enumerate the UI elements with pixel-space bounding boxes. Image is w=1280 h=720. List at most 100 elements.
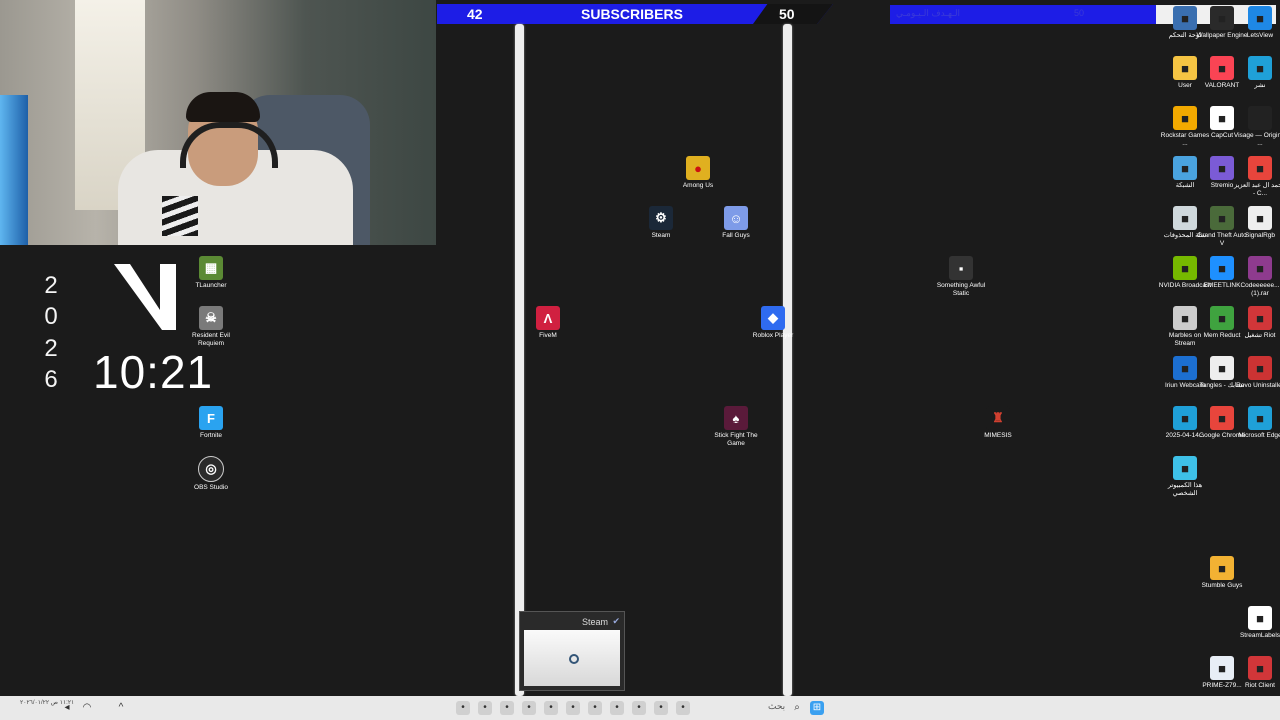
steam-icon: ⚙ — [649, 206, 673, 230]
nvidia-icon: ■ — [1173, 256, 1197, 280]
goal-bar-label: الـهـدف الـيـومـي — [896, 8, 961, 18]
stripe-right — [783, 24, 792, 696]
network-icon: ■ — [1173, 156, 1197, 180]
desktop-icon-among-us[interactable]: ● Among Us — [671, 156, 725, 190]
gta-icon: ■ — [1210, 206, 1234, 230]
desktop-icon-right-item[interactable]: ■ تشغيل Riot — [1233, 306, 1280, 340]
resident-evil-icon: ☠ — [199, 306, 223, 330]
desktop-icon-right-item[interactable]: ■ SignalRgb — [1233, 206, 1280, 240]
desktop-icon-fivem[interactable]: Λ FiveM — [521, 306, 575, 340]
streamlabels-icon: ■ — [1248, 606, 1272, 630]
marbles-icon: ■ — [1173, 306, 1197, 330]
obs-icon: ◎ — [198, 456, 224, 482]
stumble-guys-icon: ■ — [1210, 556, 1234, 580]
chrome-icon[interactable]: • — [456, 701, 470, 715]
desktop-icon-fall-guys[interactable]: ☺ Fall Guys — [709, 206, 763, 240]
subscriber-bar: 42 SUBSCRIBERS 50 — [437, 4, 833, 24]
letsview-icon: ■ — [1248, 6, 1272, 30]
desktop-icon-fortnite[interactable]: F Fortnite — [184, 406, 238, 440]
settings-icon[interactable]: • — [566, 701, 580, 715]
desktop-icon-right-item[interactable]: ■ StreamLabels — [1233, 606, 1280, 640]
wallpaper-engine-icon: ■ — [1210, 6, 1234, 30]
chrome-icon: ■ — [1248, 156, 1272, 180]
taskbar-search-label[interactable]: بحث — [768, 701, 785, 712]
edge-icon: ■ — [1173, 406, 1197, 430]
control-panel-icon: ■ — [1173, 6, 1197, 30]
tangles-icon: ■ — [1210, 356, 1234, 380]
file-explorer-icon[interactable]: • — [610, 701, 624, 715]
steam-thumbnail-popup[interactable]: Steam ✔ — [519, 611, 625, 691]
revo-icon: ■ — [1248, 356, 1272, 380]
goal-bar-mid: 50 — [1074, 8, 1085, 18]
taskbar: ١١:٢١ ص ٢٠٢٦/٠١/٢٢ ◂ ◠ ^ • • • • • • • • • • • ⌕ ب… — [0, 696, 1280, 720]
wifi-icon[interactable]: ◠ — [80, 701, 94, 715]
year-digit: 2 — [44, 272, 58, 299]
signalrgb-icon: ■ — [1248, 206, 1272, 230]
desktop-icon-right-item[interactable]: ■ Riot Client — [1233, 656, 1280, 690]
desktop-icon-something-awful-static[interactable]: ▪ Something Awful Static — [934, 256, 988, 298]
desktop-icon-obs[interactable]: ◎ OBS Studio — [184, 456, 238, 492]
year-digit: 2 — [44, 335, 58, 362]
recycle-bin-icon: ■ — [1173, 206, 1197, 230]
edge-icon[interactable]: • — [588, 701, 602, 715]
loading-spinner-icon — [569, 654, 579, 664]
volume-icon[interactable]: ◂ — [60, 701, 74, 715]
subscriber-goal-box: 50 — [753, 4, 833, 24]
obs-icon[interactable]: • — [478, 701, 492, 715]
visage-icon: ■ — [1248, 106, 1272, 130]
folder-icon: ■ — [1173, 56, 1197, 80]
riot-icon: ■ — [1248, 656, 1272, 680]
emeet-icon: ■ — [1210, 256, 1234, 280]
calendar-icon[interactable]: • — [654, 701, 668, 715]
steam-popup-preview[interactable] — [524, 630, 620, 686]
chrome-icon: ■ — [1210, 406, 1234, 430]
chevron-up-icon[interactable]: ^ — [114, 701, 128, 715]
stremio-icon: ■ — [1210, 156, 1234, 180]
stick-fight-icon: ♠ — [724, 406, 748, 430]
desktop-icon-right-item[interactable]: ■محمد ال عبد العزيز - C... — [1233, 156, 1280, 198]
fivem-icon: Λ — [536, 306, 560, 330]
webcam-overlay — [0, 0, 436, 245]
check-icon: ✔ — [612, 616, 620, 626]
mimesis-icon: ♜ — [986, 406, 1010, 430]
notepad-icon[interactable]: • — [632, 701, 646, 715]
capcut-icon: ■ — [1210, 106, 1234, 130]
search-icon[interactable]: ⌕ — [790, 701, 804, 715]
discord-icon[interactable]: • — [522, 701, 536, 715]
steam-popup-title: Steam — [581, 617, 608, 627]
mem-reduct-icon: ■ — [1210, 306, 1234, 330]
iriun-icon: ■ — [1173, 356, 1197, 380]
desktop-icon-stick-fight[interactable]: ♠ Stick Fight The Game — [709, 406, 763, 448]
desktop-icon-right-item[interactable]: ■ Stumble Guys — [1195, 556, 1249, 590]
document-icon: ■ — [1210, 656, 1234, 680]
desktop-icon-resident-evil[interactable]: ☠ Resident Evil Requiem — [184, 306, 238, 348]
desktop-icon-right-item[interactable]: ■ LetsView — [1233, 6, 1280, 40]
subscriber-label: SUBSCRIBERS — [581, 6, 683, 22]
desktop-icon-steam[interactable]: ⚙ Steam — [634, 206, 688, 240]
desktop-icon-right-item[interactable]: ■ نشر — [1233, 56, 1280, 90]
chrome-icon[interactable]: • — [500, 701, 514, 715]
desktop-icon-right-item[interactable]: ■ هذا الكمبيوتر الشخصي — [1158, 456, 1212, 498]
minecraft-icon: ▦ — [199, 256, 223, 280]
steam-icon[interactable]: • — [544, 701, 558, 715]
desktop-icon-mimesis[interactable]: ♜ MIMESIS — [971, 406, 1025, 440]
desktop-icon-tlauncher[interactable]: ▦ TLauncher — [184, 256, 238, 290]
desktop-icon-right-item[interactable]: ■ Revo Uninstaller — [1233, 356, 1280, 390]
fall-guys-icon: ☺ — [724, 206, 748, 230]
photo-icon[interactable]: • — [676, 701, 690, 715]
webcam-bag — [162, 196, 198, 236]
desktop-icon-right-item[interactable]: ■ Microsoft Edge — [1233, 406, 1280, 440]
v-logo-icon — [114, 264, 176, 330]
year-digit: 0 — [44, 303, 58, 330]
clock-time: 10:21 — [93, 346, 214, 398]
windows-start-icon[interactable]: ⊞ — [810, 701, 824, 715]
desktop-icon-right-item[interactable]: ■Visage — Original ... — [1233, 106, 1280, 148]
rockstar-icon: ■ — [1173, 106, 1197, 130]
desktop-icon-roblox[interactable]: ◆ Roblox Player — [746, 306, 800, 340]
desktop-icon-right-item[interactable]: ■ Codeeeeee... (1).rar — [1233, 256, 1280, 298]
stripe-left — [515, 24, 524, 696]
valorant-icon: ■ — [1210, 56, 1234, 80]
among-us-icon: ● — [686, 156, 710, 180]
winrar-icon: ■ — [1248, 256, 1272, 280]
webcam-light-panel — [0, 95, 28, 245]
